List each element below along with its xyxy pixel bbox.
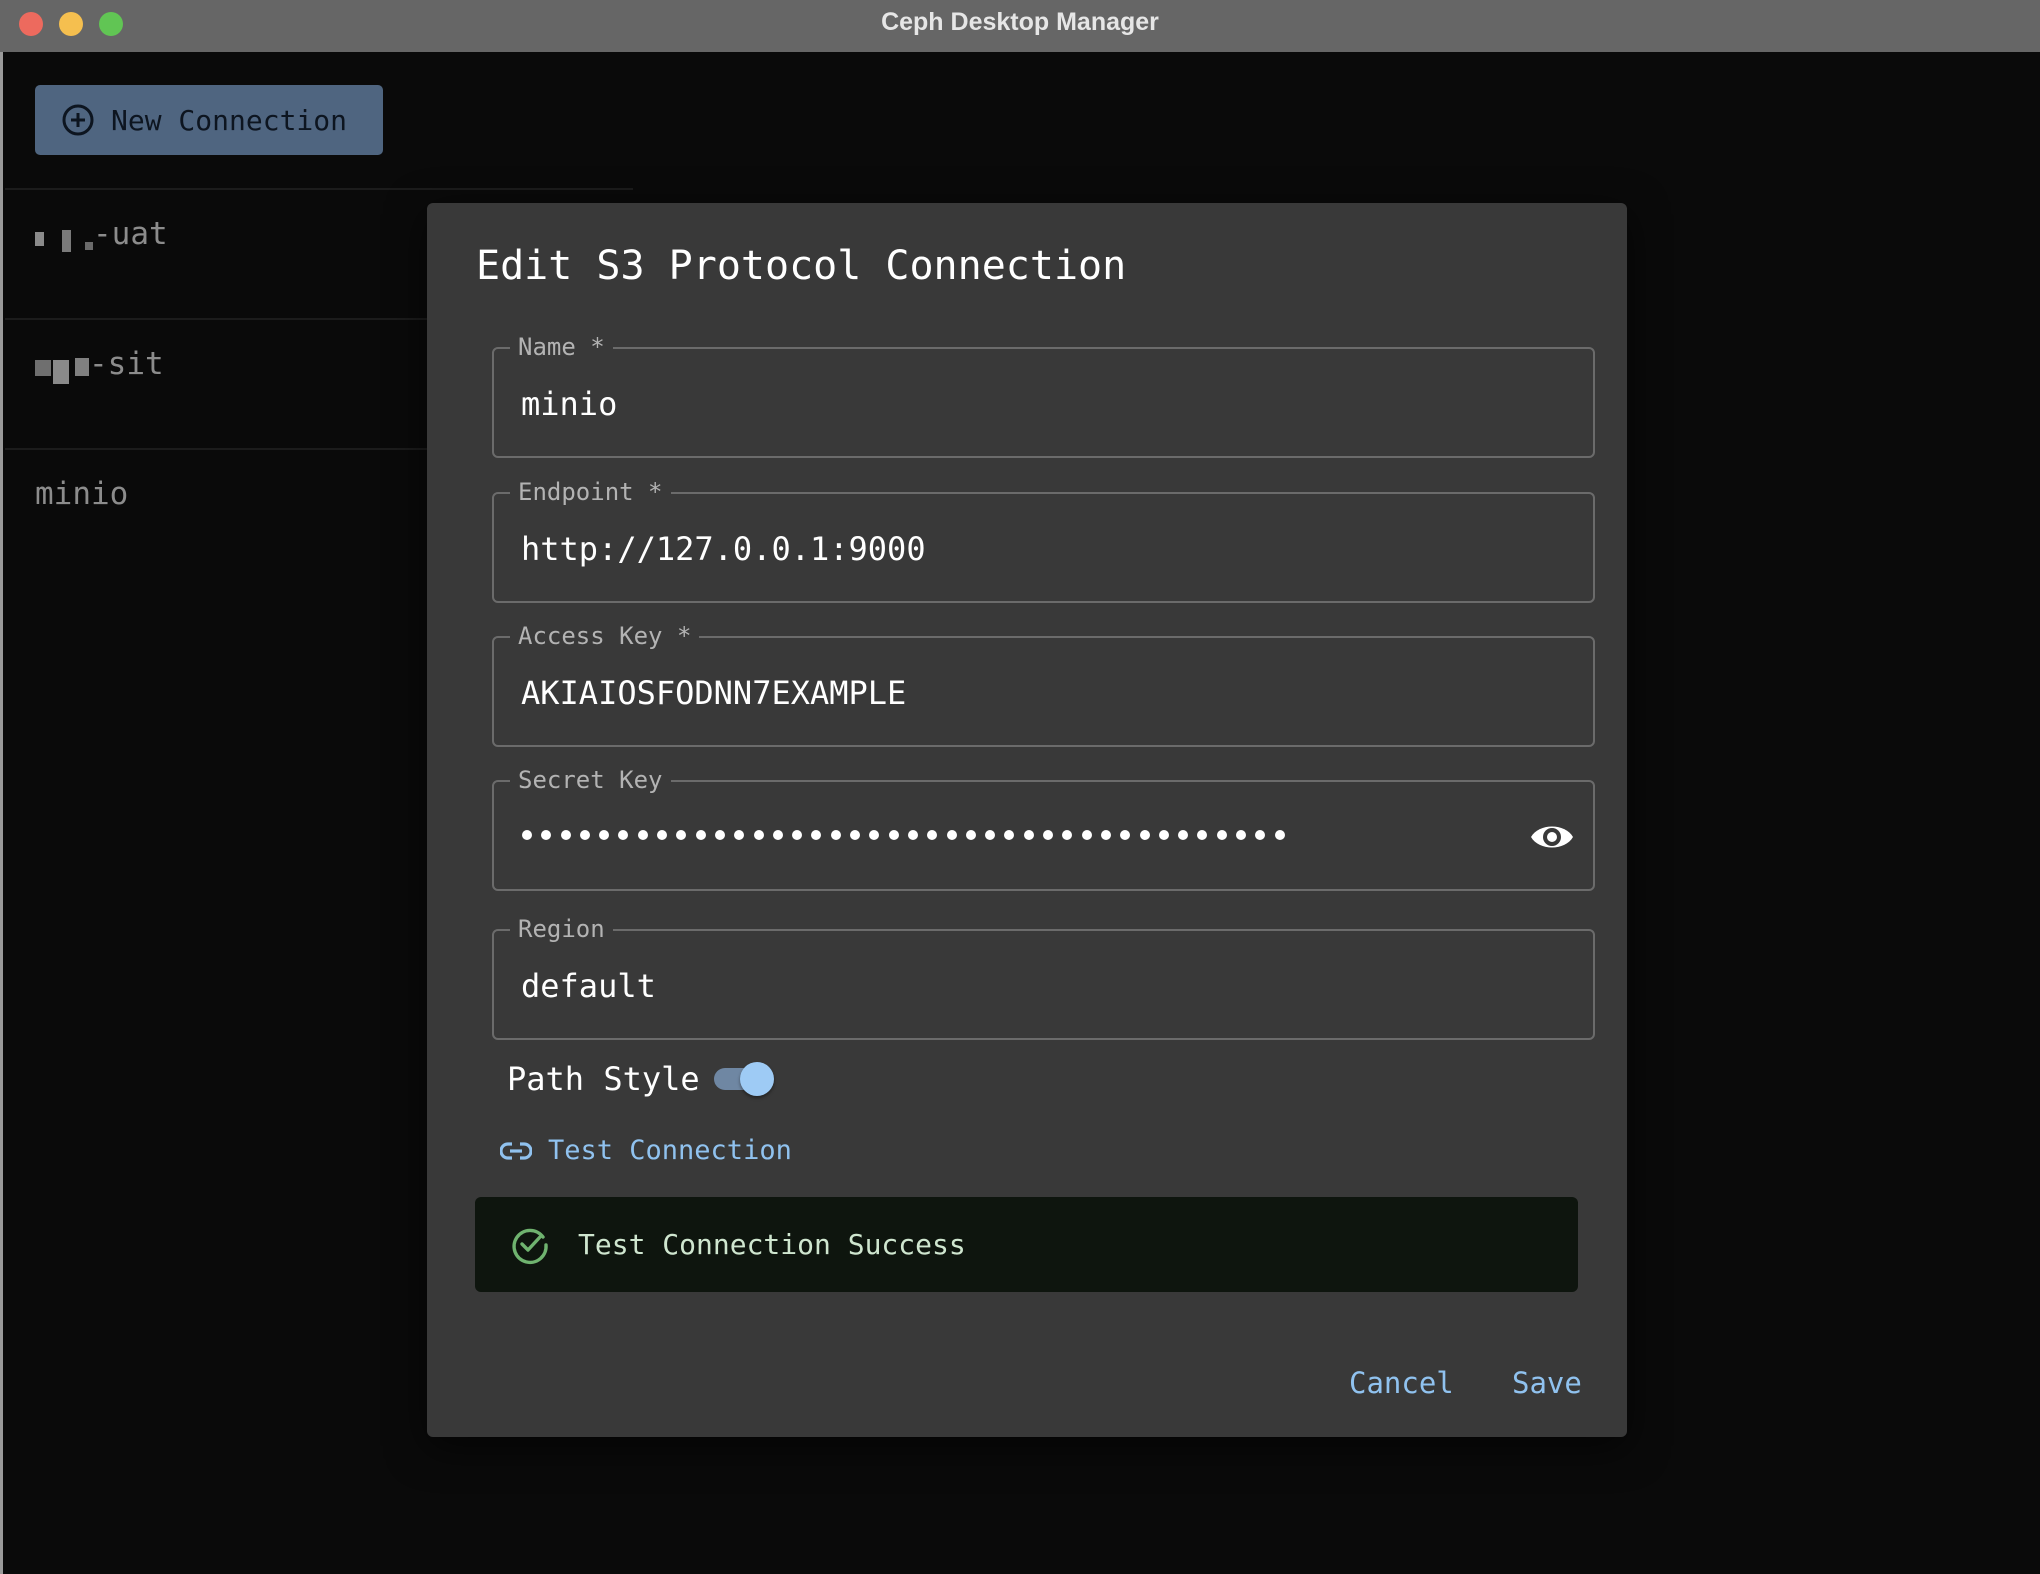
connection-item-label: -sit bbox=[89, 346, 164, 382]
mask-dot bbox=[657, 830, 668, 840]
mask-dot bbox=[811, 830, 822, 840]
test-connection-label: Test Connection bbox=[548, 1135, 792, 1166]
mask-dot bbox=[1043, 830, 1054, 840]
mask-dot bbox=[734, 830, 745, 840]
eye-icon[interactable] bbox=[1529, 817, 1575, 857]
name-field[interactable]: Name * bbox=[492, 333, 1595, 458]
secret-key-field-label: Secret Key bbox=[510, 766, 671, 794]
mask-dot bbox=[599, 830, 610, 840]
mask-dot bbox=[1081, 830, 1092, 840]
new-connection-button[interactable]: New Connection bbox=[35, 85, 383, 155]
connection-item-label: minio bbox=[35, 476, 129, 512]
mask-dot bbox=[1158, 830, 1169, 840]
new-connection-label: New Connection bbox=[111, 103, 348, 137]
secret-key-input[interactable] bbox=[522, 830, 1285, 840]
dialog-title: Edit S3 Protocol Connection bbox=[476, 243, 1127, 289]
test-connection-button[interactable]: Test Connection bbox=[500, 1135, 792, 1166]
access-key-field-label: Access Key * bbox=[510, 622, 700, 650]
mask-dot bbox=[618, 830, 629, 840]
mask-dot bbox=[1023, 830, 1034, 840]
endpoint-input[interactable] bbox=[521, 530, 1521, 568]
mask-dot bbox=[985, 830, 996, 840]
region-input[interactable] bbox=[521, 967, 1521, 1005]
mask-dot bbox=[579, 830, 590, 840]
region-field[interactable]: Region bbox=[492, 915, 1595, 1040]
mask-dot bbox=[772, 830, 783, 840]
mask-dot bbox=[1062, 830, 1073, 840]
region-field-label: Region bbox=[510, 915, 613, 943]
save-button[interactable]: Save bbox=[1512, 1366, 1582, 1400]
mask-dot bbox=[869, 830, 880, 840]
access-key-field[interactable]: Access Key * bbox=[492, 622, 1595, 747]
mask-dot bbox=[541, 830, 552, 840]
link-icon bbox=[500, 1141, 532, 1160]
path-style-label: Path Style bbox=[507, 1060, 700, 1098]
plus-circle-icon bbox=[62, 104, 94, 136]
edit-connection-dialog: Edit S3 Protocol Connection Name * Endpo… bbox=[427, 203, 1627, 1437]
mask-dot bbox=[927, 830, 938, 840]
sidebar-divider bbox=[5, 188, 633, 190]
mask-dot bbox=[714, 830, 725, 840]
check-circle-icon bbox=[512, 1228, 548, 1264]
mask-dot bbox=[560, 830, 571, 840]
mask-dot bbox=[888, 830, 899, 840]
endpoint-field[interactable]: Endpoint * bbox=[492, 478, 1595, 603]
mask-dot bbox=[1139, 830, 1150, 840]
mask-dot bbox=[1216, 830, 1227, 840]
success-alert: Test Connection Success bbox=[475, 1197, 1578, 1292]
mask-dot bbox=[753, 830, 764, 840]
window-title: Ceph Desktop Manager bbox=[881, 8, 1159, 36]
mask-dot bbox=[792, 830, 803, 840]
connection-item-sit[interactable]: -sit bbox=[35, 346, 164, 384]
redacted-text bbox=[35, 218, 93, 254]
name-field-label: Name * bbox=[510, 333, 613, 361]
mask-dot bbox=[1235, 830, 1246, 840]
access-key-input[interactable] bbox=[521, 674, 1521, 712]
connection-item-label: -uat bbox=[93, 216, 168, 252]
mask-dot bbox=[1255, 830, 1266, 840]
alert-message: Test Connection Success bbox=[578, 1228, 966, 1261]
mask-dot bbox=[695, 830, 706, 840]
mask-dot bbox=[1274, 830, 1285, 840]
mask-dot bbox=[1178, 830, 1189, 840]
mask-dot bbox=[1120, 830, 1131, 840]
mask-dot bbox=[1197, 830, 1208, 840]
mask-dot bbox=[1100, 830, 1111, 840]
endpoint-field-label: Endpoint * bbox=[510, 478, 671, 506]
connection-item-minio[interactable]: minio bbox=[35, 476, 128, 512]
mask-dot bbox=[946, 830, 957, 840]
mask-dot bbox=[850, 830, 861, 840]
window-edge bbox=[0, 52, 3, 1574]
path-style-toggle[interactable] bbox=[713, 1062, 776, 1096]
mask-dot bbox=[637, 830, 648, 840]
title-bar: Ceph Desktop Manager bbox=[0, 0, 2040, 52]
cancel-button[interactable]: Cancel bbox=[1349, 1366, 1454, 1400]
secret-key-field[interactable]: Secret Key bbox=[492, 766, 1595, 891]
mask-dot bbox=[1004, 830, 1015, 840]
toggle-thumb[interactable] bbox=[739, 1062, 774, 1096]
redacted-text bbox=[35, 348, 89, 384]
mask-dot bbox=[965, 830, 976, 840]
name-input[interactable] bbox=[521, 385, 1521, 423]
mask-dot bbox=[907, 830, 918, 840]
path-style-row: Path Style bbox=[507, 1060, 776, 1098]
mask-dot bbox=[522, 830, 532, 840]
mask-dot bbox=[676, 830, 687, 840]
connection-item-uat[interactable]: -uat bbox=[35, 216, 168, 254]
mask-dot bbox=[830, 830, 841, 840]
